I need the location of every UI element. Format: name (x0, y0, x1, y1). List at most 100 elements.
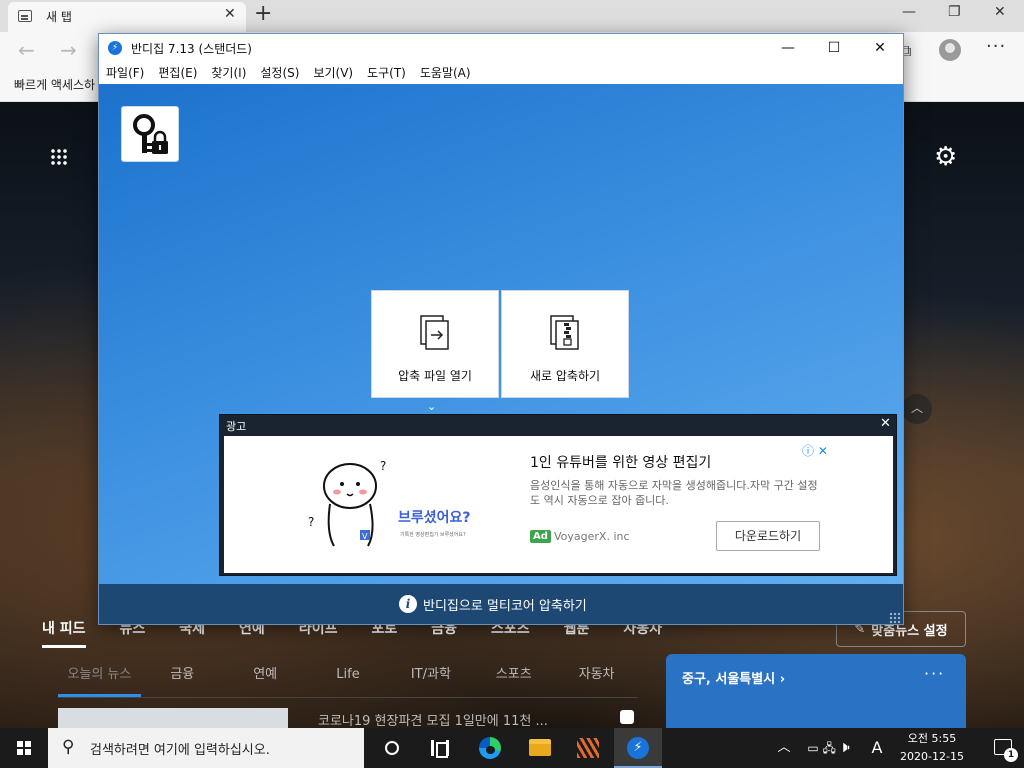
news-subtab[interactable]: 오늘의 뉴스 (58, 660, 141, 697)
news-subtab[interactable]: 자동차 (555, 660, 638, 697)
news-headline[interactable]: 코로나19 현장파견 모집 1일만에 11천 ... (318, 710, 548, 728)
taskbar-bandizip-button[interactable]: ⚡ (614, 728, 662, 768)
menu-view[interactable]: 보기(V) (313, 62, 353, 84)
profile-avatar[interactable] (939, 39, 961, 61)
info-icon: i (399, 595, 417, 613)
ad-advertiser: VoyagerX. inc (554, 530, 630, 543)
menu-bar: 파일(F) 편집(E) 찾기(I) 설정(S) 보기(V) 도구(T) 도움말(… (99, 62, 903, 84)
back-arrow-icon[interactable]: ← (18, 38, 35, 62)
svg-text:?: ? (380, 459, 386, 473)
news-subtab[interactable]: IT/과학 (389, 660, 472, 697)
tray-status-icons[interactable]: ▭ 🖧 🕨 (798, 728, 862, 768)
browser-close-button[interactable]: ✕ (994, 4, 1006, 20)
ad-illustration-subcaption: 기특한 영상편집기 브루셨어요? (400, 531, 466, 538)
password-manager-button[interactable] (121, 106, 179, 162)
app-stripes-icon (577, 738, 599, 758)
weather-more-icon[interactable]: ··· (924, 664, 945, 683)
taskbar: ⚲ 검색하려면 여기에 입력하십시오. ⚡ ︿ ▭ 🖧 🕨 A 오전 5:55 … (0, 728, 1024, 768)
ad-info-icon[interactable]: ⓘ ✕ (802, 442, 828, 459)
ad-badge: Ad (530, 530, 551, 543)
cortana-icon (385, 741, 399, 755)
open-archive-icon (420, 315, 449, 350)
gear-icon[interactable]: ⚙ (934, 142, 957, 172)
news-subtabs: 오늘의 뉴스 금융 연예 Life IT/과학 스포츠 자동차 (58, 660, 638, 698)
news-subtab[interactable]: 연예 (224, 660, 307, 697)
menu-file[interactable]: 파일(F) (106, 62, 144, 84)
new-tab-favicon-icon (18, 10, 32, 22)
ad-label: 광고 (226, 420, 247, 433)
resize-grip[interactable] (889, 612, 901, 624)
status-tip-link[interactable]: 반디집으로 멀티코어 압축하기 (423, 595, 587, 614)
menu-help[interactable]: 도움말(A) (420, 62, 471, 84)
browser-tab-title: 새 탭 (46, 10, 72, 24)
ad-illustration-tag: V (362, 532, 368, 541)
scroll-up-button[interactable]: ︿ (902, 394, 932, 424)
browser-restore-button[interactable]: ❐ (948, 4, 961, 20)
news-thumbnail[interactable] (58, 708, 288, 728)
edge-browser-icon (479, 737, 501, 759)
news-subtab[interactable]: Life (307, 660, 390, 697)
ad-content[interactable]: ? ? V 브루셨어요? 기특한 영상편집기 브루셨어요? 1인 유튜버를 위한… (224, 436, 893, 573)
new-tab-button[interactable]: + (254, 2, 272, 26)
bandizip-titlebar[interactable]: ⚡ 반디집 7.13 (스탠더드) — ☐ ✕ (99, 34, 903, 62)
new-archive-button[interactable]: 새로 압축하기 (501, 290, 629, 398)
favorites-quick-access-label[interactable]: 빠르게 액세스하 (14, 76, 95, 93)
menu-find[interactable]: 찾기(I) (211, 62, 246, 84)
ad-close-icon[interactable]: ✕ (880, 416, 891, 431)
ad-illustration[interactable]: ? ? V 브루셨어요? 기특한 영상편집기 브루셨어요? (304, 454, 504, 554)
notification-count-badge: 1 (1004, 748, 1018, 762)
taskbar-app-button[interactable] (564, 728, 612, 768)
cortana-button[interactable] (368, 728, 416, 768)
file-explorer-icon (529, 739, 551, 756)
minimize-button[interactable]: — (765, 36, 811, 60)
taskbar-clock[interactable]: 오전 5:55 2020-12-15 (888, 730, 976, 766)
browser-tab-new-tab[interactable]: 새 탭 ✕ (8, 2, 246, 32)
news-subtab[interactable]: 스포츠 (472, 660, 555, 697)
ime-indicator[interactable]: A (866, 728, 888, 768)
news-source-icon (620, 710, 634, 724)
close-tab-icon[interactable]: ✕ (224, 6, 236, 22)
chevron-down-icon[interactable]: ⌄ (427, 400, 436, 413)
open-archive-button[interactable]: 압축 파일 열기 (371, 290, 499, 398)
ad-description: 음성인식을 통해 자동으로 자막을 생성해줍니다.자막 구간 설정도 역시 자동… (530, 479, 818, 507)
task-view-button[interactable] (416, 728, 464, 768)
taskbar-explorer-button[interactable] (516, 728, 564, 768)
apps-grid-icon[interactable] (50, 148, 68, 166)
windows-logo-icon (17, 741, 31, 755)
weather-location[interactable]: 중구, 서울특별시 › (682, 668, 785, 687)
menu-settings[interactable]: 설정(S) (260, 62, 299, 84)
ad-download-button[interactable]: 다운로드하기 (716, 521, 820, 551)
menu-edit[interactable]: 편집(E) (158, 62, 197, 84)
ad-panel: 광고 ✕ ? ? V 브루셨어요? 기특한 영상편집기 브루셨어요? 1인 유튜… (219, 414, 897, 576)
news-subtab[interactable]: 금융 (141, 660, 224, 697)
clock-date: 2020-12-15 (900, 750, 964, 763)
taskbar-edge-button[interactable] (466, 728, 514, 768)
close-button[interactable]: ✕ (857, 36, 903, 60)
new-archive-label: 새로 압축하기 (529, 369, 601, 383)
browser-more-icon[interactable]: ··· (986, 36, 1006, 57)
notification-center-button[interactable]: 1 (980, 728, 1024, 768)
window-title: 반디집 7.13 (스탠더드) (131, 42, 252, 56)
feed-nav-item[interactable]: 내 피드 (42, 618, 86, 648)
clock-time: 오전 5:55 (907, 732, 957, 745)
forward-arrow-icon[interactable]: → (60, 38, 77, 62)
bandizip-taskbar-icon: ⚡ (627, 737, 649, 759)
ad-header: 광고 ✕ (220, 415, 896, 435)
key-lock-icon (133, 114, 168, 154)
menu-tools[interactable]: 도구(T) (367, 62, 406, 84)
tray-overflow-chevron-icon[interactable]: ︿ (774, 728, 794, 768)
ad-title[interactable]: 1인 유튜버를 위한 영상 편집기 (530, 452, 711, 472)
browser-minimize-button[interactable]: — (902, 4, 916, 20)
search-placeholder: 검색하려면 여기에 입력하십시오. (90, 743, 270, 758)
taskbar-search-box[interactable]: ⚲ 검색하려면 여기에 입력하십시오. (48, 728, 364, 768)
start-button[interactable] (0, 728, 48, 768)
open-archive-label: 압축 파일 열기 (398, 369, 472, 383)
search-icon: ⚲ (62, 737, 75, 757)
maximize-button[interactable]: ☐ (811, 36, 857, 60)
bandizip-status-bar[interactable]: i 반디집으로 멀티코어 압축하기 (99, 584, 903, 624)
ad-illustration-caption: 브루셨어요? (398, 509, 471, 526)
browser-tabstrip: 새 탭 ✕ + — ❐ ✕ (0, 0, 1024, 32)
weather-card[interactable]: 중구, 서울특별시 › ··· (666, 654, 966, 728)
bandizip-start-screen: 압축 파일 열기 새로 압축하기 ⌄ 광고 ✕ ? ? V 브루셨어요? 기특한… (99, 84, 903, 584)
bandizip-app-icon: ⚡ (108, 41, 122, 55)
